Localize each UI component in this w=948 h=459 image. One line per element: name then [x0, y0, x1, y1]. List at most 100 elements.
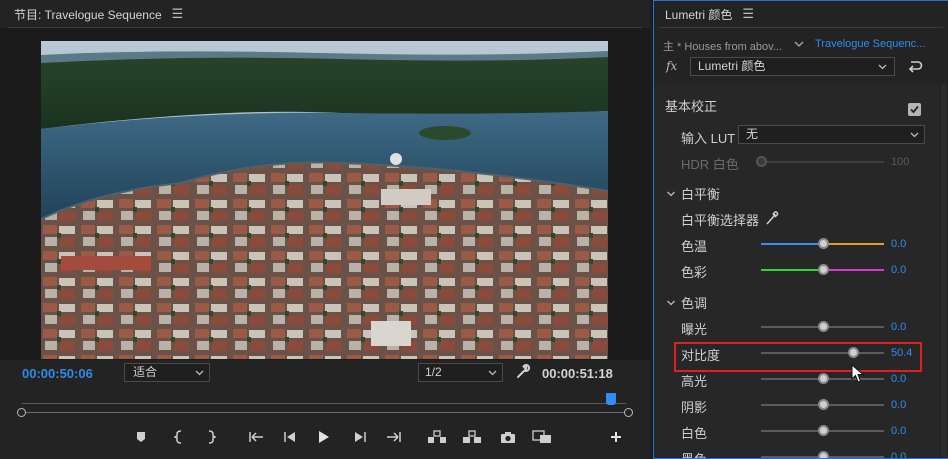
scrollbar-thumb[interactable]: [941, 84, 947, 459]
panel-menu-icon[interactable]: ☰: [172, 6, 184, 22]
slider-value[interactable]: 0.0: [891, 321, 906, 333]
slider-knob[interactable]: [817, 399, 829, 410]
slider-row: 阴影 0.0: [653, 393, 939, 417]
effect-select[interactable]: Lumetri 颜色: [690, 57, 895, 76]
white-balance-section[interactable]: 白平衡: [653, 180, 939, 204]
duration-timecode: 00:00:51:18: [542, 366, 613, 381]
slider-row: 高光 0.0: [653, 367, 939, 391]
slider-row: 白色 0.0: [653, 419, 939, 443]
marker-icon[interactable]: [128, 426, 154, 448]
eyedropper-icon[interactable]: [765, 210, 779, 229]
extract-icon[interactable]: [459, 426, 485, 448]
slider-knob[interactable]: [848, 347, 860, 358]
slider-knob[interactable]: [817, 238, 829, 249]
slider-row: 黑色 0.0: [653, 445, 939, 459]
section-title: 色调: [681, 296, 708, 311]
slider-track[interactable]: [761, 321, 884, 332]
slider-track[interactable]: [761, 264, 884, 275]
slider-value[interactable]: 0.0: [891, 451, 906, 459]
monitor-controls-row: 00:00:50:06 适合 1/2 00:00:51:18: [0, 360, 650, 386]
program-monitor-header: 节目: Travelogue Sequence ☰: [0, 0, 650, 28]
input-lut-label: 输入 LUT: [681, 131, 736, 146]
playback-resolution-select[interactable]: 1/2: [418, 363, 503, 382]
slider-value[interactable]: 50.4: [891, 347, 912, 359]
enable-checkbox[interactable]: [908, 103, 921, 116]
transport-controls: [128, 426, 628, 448]
slider-row: 曝光 0.0: [653, 315, 939, 339]
slider-value[interactable]: 0.0: [891, 373, 906, 385]
go-to-out-icon[interactable]: [381, 426, 407, 448]
lift-icon[interactable]: [424, 426, 450, 448]
slider-knob[interactable]: [817, 321, 829, 332]
section-title: 白平衡: [681, 187, 721, 202]
wrench-settings-icon[interactable]: [515, 363, 531, 379]
panel-menu-icon[interactable]: ☰: [742, 6, 754, 22]
add-button-icon[interactable]: [603, 426, 629, 448]
step-back-icon[interactable]: [277, 426, 303, 448]
effect-row: fx Lumetri 颜色: [653, 56, 948, 78]
lumetri-header: Lumetri 颜色 ☰: [653, 0, 948, 28]
input-lut-select[interactable]: 无: [738, 125, 925, 144]
video-preview-image: [41, 41, 608, 359]
clip-tabs: 主 * Houses from abov... Travelogue Seque…: [653, 36, 948, 56]
chevron-down-icon: [910, 126, 919, 149]
mouse-cursor-icon: [851, 363, 865, 384]
slider-label: 黑色: [681, 449, 707, 459]
slider-track[interactable]: [761, 451, 884, 459]
step-forward-icon[interactable]: [347, 426, 373, 448]
panel-scrollbar[interactable]: [939, 84, 948, 459]
timeline-scrubber[interactable]: [16, 393, 633, 420]
chevron-down-icon: [667, 296, 675, 306]
slider-knob[interactable]: [817, 373, 829, 384]
chevron-down-icon: [667, 187, 675, 197]
mark-in-icon[interactable]: [166, 426, 192, 448]
zoom-end-handle[interactable]: [624, 408, 633, 417]
current-timecode[interactable]: 00:00:50:06: [22, 366, 93, 381]
slider-track[interactable]: [761, 347, 884, 358]
video-frame: [41, 41, 608, 359]
reset-icon[interactable]: [907, 59, 923, 75]
go-to-in-icon[interactable]: [243, 426, 269, 448]
slider-value[interactable]: 0.0: [891, 238, 906, 250]
zoom-fit-select[interactable]: 适合: [124, 363, 210, 382]
fx-badge[interactable]: fx: [666, 59, 677, 73]
chevron-down-icon[interactable]: [794, 38, 804, 53]
slider-label: 色彩: [681, 265, 708, 280]
slider-label: 高光: [681, 374, 708, 389]
lumetri-controls: 基本校正 输入 LUT 无 HDR 白色 100 白平衡 白平衡选择器 色温 0…: [653, 84, 939, 459]
video-viewer[interactable]: [0, 28, 650, 360]
slider-row: 对比度 50.4: [653, 341, 939, 365]
lumetri-title[interactable]: Lumetri 颜色: [665, 6, 732, 23]
slider-knob[interactable]: [817, 264, 829, 275]
slider-value[interactable]: 0.0: [891, 425, 906, 437]
chevron-down-icon: [488, 364, 497, 387]
slider-track[interactable]: [761, 373, 884, 384]
slider-knob[interactable]: [817, 425, 829, 436]
slider-value[interactable]: 0.0: [891, 399, 906, 411]
input-lut-row: 输入 LUT 无: [653, 124, 939, 148]
zoom-start-handle[interactable]: [17, 408, 26, 417]
slider-label: 对比度: [681, 348, 721, 363]
slider-track[interactable]: [761, 399, 884, 410]
time-ruler: [22, 403, 626, 404]
basic-correction-section[interactable]: 基本校正: [653, 92, 939, 116]
export-frame-icon[interactable]: [495, 426, 521, 448]
playhead-handle[interactable]: [606, 393, 616, 405]
program-monitor-title[interactable]: 节目: Travelogue Sequence: [14, 6, 162, 23]
mark-out-icon[interactable]: [198, 426, 224, 448]
slider-knob[interactable]: [817, 451, 829, 459]
slider-track[interactable]: [761, 238, 884, 249]
master-clip-tab[interactable]: 主 * Houses from abov...: [663, 38, 789, 54]
slider-label: 曝光: [681, 322, 708, 337]
hdr-white-row: HDR 白色 100: [653, 150, 939, 174]
tone-section[interactable]: 色调: [653, 289, 939, 313]
compare-view-icon[interactable]: [529, 426, 555, 448]
slider-track[interactable]: [761, 425, 884, 436]
zoom-track: [22, 412, 626, 413]
slider-value[interactable]: 0.0: [891, 264, 906, 276]
sequence-clip-tab[interactable]: Travelogue Sequenc...: [815, 38, 925, 50]
play-icon[interactable]: [311, 426, 337, 448]
slider-label: 阴影: [681, 400, 708, 415]
slider-label: 色温: [681, 239, 708, 254]
wb-selector-label: 白平衡选择器: [681, 213, 760, 228]
